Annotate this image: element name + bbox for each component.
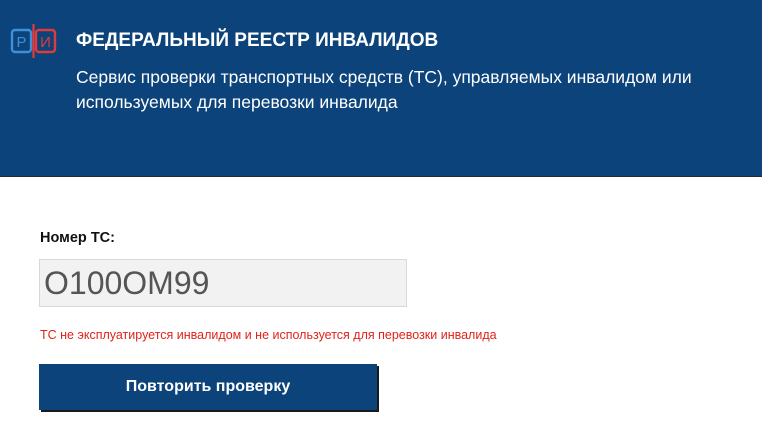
page-header: Р И ФЕДЕРАЛЬНЫЙ РЕЕСТР ИНВАЛИДОВ Сервис … <box>0 0 762 177</box>
page-subtitle: Сервис проверки транспортных средств (ТС… <box>76 67 692 112</box>
retry-check-button[interactable]: Повторить проверку <box>39 364 377 410</box>
logo-letter-r: Р <box>16 34 26 51</box>
logo-letter-i: И <box>40 34 51 51</box>
check-result-message: ТС не эксплуатируется инвалидом и не исп… <box>40 328 497 342</box>
registry-logo-icon: Р И <box>10 24 57 58</box>
page-title: ФЕДЕРАЛЬНЫЙ РЕЕСТР ИНВАЛИДОВ <box>76 30 439 51</box>
vehicle-number-label: Номер ТС: <box>40 230 115 246</box>
vehicle-number-input[interactable] <box>39 259 407 307</box>
